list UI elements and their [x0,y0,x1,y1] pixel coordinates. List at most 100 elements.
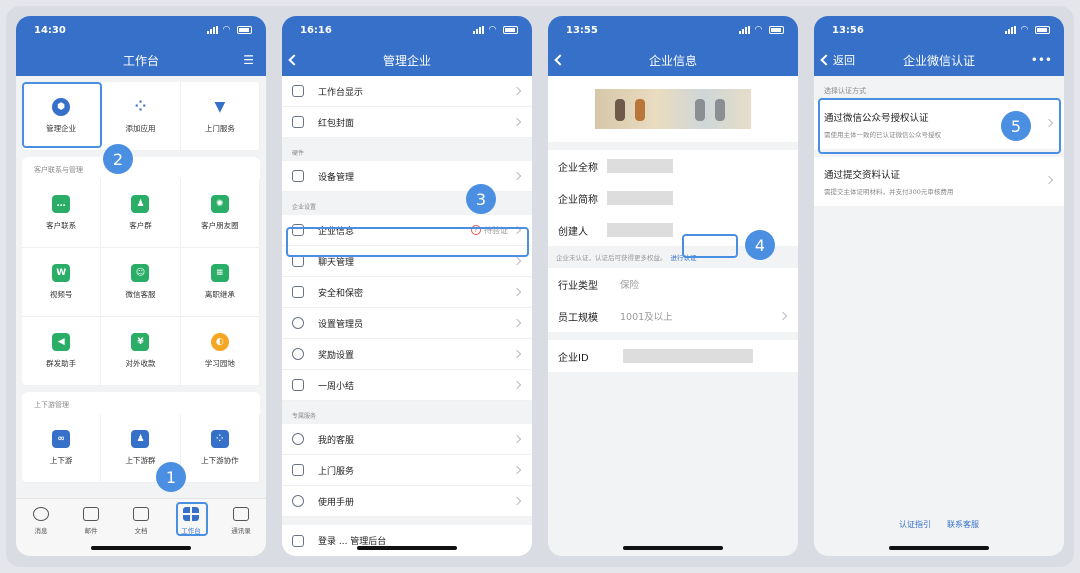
phone-enterprise-info: 13:55 ◠ 企业信息 企业全称 企业简称 创建人 企业未认证，认证后可获得更… [548,16,798,556]
app-onsite-service[interactable]: ▼ 上门服务 [180,82,260,151]
app-customer-group[interactable]: ♟ 客户群 [101,179,181,248]
wifi-icon: ◠ [223,25,230,35]
nav-bar: 企业信息 [548,44,798,76]
group-label: 硬件 [282,138,532,161]
tab-contacts[interactable]: 通讯录 [221,507,261,556]
page-title: 工作台 [122,53,159,68]
section-label: 选择认证方式 [824,87,866,95]
app-learning[interactable]: ◐ 学习园地 [180,317,260,386]
mail-icon [83,507,99,521]
app-add-application[interactable]: ⁘ 添加应用 [101,82,181,151]
nav-bar: 管理企业 [282,44,532,76]
battery-icon [769,26,784,34]
field-full-name: 企业全称 [548,150,798,182]
headset-icon [292,433,304,445]
home-indicator [91,546,191,550]
row-my-service[interactable]: 我的客服 [282,424,532,455]
step-badge: 1 [156,462,186,492]
tie-icon [292,464,304,476]
updown-card: 上下游管理 ∞ 上下游 ♟ 上下游群 ⁘ 上下游协作 [22,392,260,483]
grid-icon: ⁘ [210,430,229,448]
row-login-admin[interactable]: 登录 ... 管理后台 [282,525,532,556]
chevron-left-icon [288,54,300,66]
app-moments[interactable]: ✺ 客户朋友圈 [180,179,260,248]
link-icon: ∞ [52,430,71,448]
row-set-admin[interactable]: 设置管理员 [282,308,532,339]
document-icon: ≡ [210,264,229,282]
section-label: 客户联系与管理 [34,166,83,174]
row-weekly-summary[interactable]: 一周小结 [282,370,532,401]
battery-icon [503,26,518,34]
display-icon [292,85,304,97]
field-industry[interactable]: 行业类型 保险 [548,268,798,300]
chevron-right-icon [512,465,522,475]
app-wechat-service[interactable]: ☺ 微信客服 [101,248,181,317]
field-short-name: 企业简称 [548,182,798,214]
tab-messages[interactable]: 消息 [21,507,61,556]
chevron-left-icon [554,54,566,66]
home-indicator [623,546,723,550]
field-staff-size[interactable]: 员工规模 1001及以上 [548,300,798,332]
chevron-right-icon [512,318,522,328]
settings-icon[interactable]: ☰ [243,44,254,76]
back-button[interactable] [288,44,300,76]
option-submit-documents[interactable]: 通过提交资料认证 需提交主体证明材料，并支付300元审核费用 [814,157,1064,206]
step-badge: 5 [1001,111,1031,141]
enterprise-logo[interactable] [548,76,798,142]
chevron-right-icon [512,287,522,297]
more-icon[interactable]: ••• [1031,44,1052,76]
medal-icon [292,348,304,360]
chevron-right-icon [512,496,522,506]
step-badge: 4 [745,230,775,260]
org-chart-icon [233,507,249,521]
report-icon [292,379,304,391]
group-icon: ♟ [131,430,150,448]
highlight-box [682,234,738,258]
envelope-icon [292,116,304,128]
battery-icon [237,26,252,34]
app-resign-inherit[interactable]: ≡ 离职继承 [180,248,260,317]
row-device-management[interactable]: 设备管理 [282,161,532,192]
app-broadcast[interactable]: ◀ 群发助手 [22,317,102,386]
page-title: 管理企业 [382,53,431,68]
chevron-right-icon [512,434,522,444]
back-button[interactable]: 返回 [820,44,855,76]
status-time: 13:56 [832,24,864,36]
nav-bar: 工作台 ☰ [16,44,266,76]
row-workbench-display[interactable]: 工作台显示 [282,76,532,107]
app-channels[interactable]: W 视频号 [22,248,102,317]
app-updown[interactable]: ∞ 上下游 [22,414,102,483]
status-bar: 13:56 ◠ [814,16,1064,44]
document-icon [133,507,149,521]
row-red-packet-cover[interactable]: 红包封面 [282,107,532,138]
row-user-manual[interactable]: 使用手册 [282,486,532,517]
group-label: 专属服务 [282,401,532,424]
guide-link[interactable]: 认证指引 [899,519,931,530]
row-onsite-service[interactable]: 上门服务 [282,455,532,486]
back-button[interactable] [554,44,566,76]
wifi-icon: ◠ [489,25,496,35]
tie-icon: ▼ [214,99,226,115]
phone-wechat-verify: 13:56 ◠ 返回 企业微信认证 ••• 选择认证方式 通过微信公众号授权认证… [814,16,1064,556]
app-updown-collab[interactable]: ⁘ 上下游协作 [180,414,260,483]
app-customer-contact[interactable]: … 客户联系 [22,179,102,248]
chevron-right-icon [512,171,522,181]
page-title: 企业微信认证 [902,53,975,68]
highlight-box [286,227,529,257]
chevron-right-icon [512,86,522,96]
highlight-box [22,82,102,148]
app-payment[interactable]: ¥ 对外收款 [101,317,181,386]
step-badge: 3 [466,184,496,214]
bulb-icon [292,495,304,507]
home-indicator [357,546,457,550]
footer-links: 认证指引 联系客服 [814,519,1064,530]
megaphone-icon: ◀ [52,333,71,351]
signal-icon [473,26,485,34]
signal-icon [207,26,219,34]
row-security[interactable]: 安全和保密 [282,277,532,308]
field-enterprise-id: 企业ID [548,340,798,372]
contacts-card: 客户联系与管理 … 客户联系 ♟ 客户群 ✺ 客户朋友圈 W 视频号 ☺ 微信客服 ≡ 离职… [22,157,260,386]
signal-icon [1005,26,1017,34]
service-link[interactable]: 联系客服 [947,519,979,530]
row-reward-settings[interactable]: 奖励设置 [282,339,532,370]
